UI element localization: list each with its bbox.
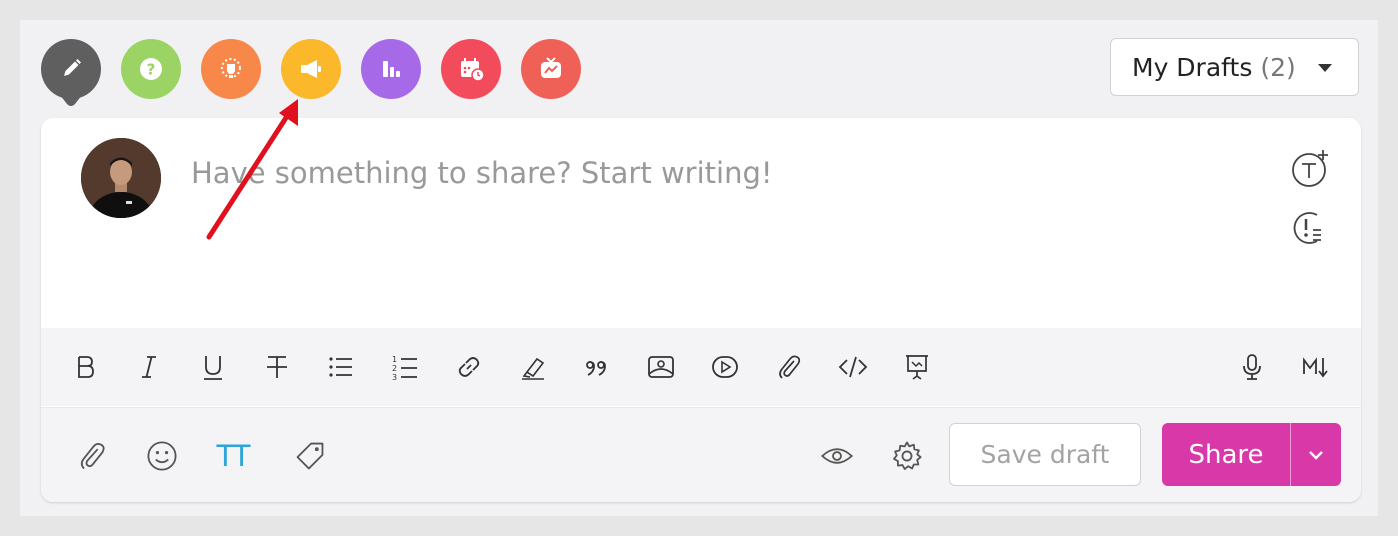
- question-post-type-button[interactable]: ?: [121, 39, 181, 99]
- share-button[interactable]: Share: [1162, 423, 1290, 486]
- share-options-button[interactable]: [1291, 423, 1341, 486]
- post-actions-bar: TT Save draft Share: [41, 407, 1361, 502]
- underline-button[interactable]: [195, 349, 231, 385]
- attachment-button[interactable]: [771, 349, 807, 385]
- idea-post-type-button[interactable]: [201, 39, 261, 99]
- underline-icon: [204, 356, 222, 380]
- share-button-group: Share: [1162, 423, 1341, 486]
- chevron-down-icon: [1309, 450, 1323, 460]
- text-plus-icon: [1292, 150, 1328, 187]
- post-settings-button[interactable]: [887, 436, 927, 476]
- tag-icon: [296, 442, 324, 470]
- highlight-button[interactable]: [515, 349, 551, 385]
- svg-text:?: ?: [147, 61, 156, 79]
- bullet-list-icon: [329, 357, 352, 377]
- avatar: [81, 138, 161, 218]
- caret-down-icon: [1318, 64, 1332, 72]
- tv-icon: [541, 57, 561, 78]
- numbered-list-button[interactable]: 123: [387, 349, 423, 385]
- play-circle-icon: [712, 356, 738, 378]
- voice-input-button[interactable]: [1234, 349, 1270, 385]
- italic-button[interactable]: [131, 349, 167, 385]
- code-icon: [838, 356, 868, 378]
- announcement-post-type-button[interactable]: [281, 39, 341, 99]
- bold-button[interactable]: [67, 349, 103, 385]
- quote-icon: [586, 361, 606, 376]
- lightbulb-icon: [221, 58, 241, 78]
- text-size-icon: TT: [216, 439, 251, 473]
- microphone-icon: [1243, 354, 1261, 380]
- svg-text:2: 2: [392, 364, 397, 373]
- poll-post-type-button[interactable]: [361, 39, 421, 99]
- markdown-button[interactable]: [1298, 349, 1334, 385]
- live-post-type-button[interactable]: [521, 39, 581, 99]
- post-editor: Have something to share? Start writing! …: [41, 118, 1361, 502]
- embed-button[interactable]: [899, 349, 935, 385]
- bold-icon: [78, 356, 94, 378]
- add-title-button[interactable]: [1287, 146, 1331, 190]
- paperclip-icon: [80, 443, 105, 470]
- svg-text:3: 3: [392, 373, 397, 382]
- alert-list-icon: [1293, 212, 1321, 244]
- highlighter-icon: [522, 357, 545, 380]
- my-drafts-dropdown[interactable]: My Drafts (2): [1110, 38, 1359, 96]
- strikethrough-button[interactable]: [259, 349, 295, 385]
- tag-button[interactable]: [290, 436, 330, 476]
- presentation-icon: [906, 355, 928, 380]
- bullet-list-button[interactable]: [323, 349, 359, 385]
- smiley-icon: [147, 441, 177, 471]
- post-text-input[interactable]: Have something to share? Start writing!: [191, 156, 773, 190]
- bar-chart-icon: [383, 61, 400, 77]
- formatting-toolbar: 123: [41, 328, 1361, 406]
- selected-pointer: [53, 86, 89, 106]
- question-icon: ?: [140, 58, 162, 80]
- event-post-type-button[interactable]: [441, 39, 501, 99]
- drafts-count: (2): [1260, 52, 1296, 82]
- preview-button[interactable]: [817, 436, 857, 476]
- eye-icon: [820, 448, 854, 464]
- megaphone-icon: [301, 60, 321, 78]
- save-draft-button[interactable]: Save draft: [949, 423, 1141, 486]
- svg-text:1: 1: [392, 355, 397, 364]
- add-summary-button[interactable]: [1287, 206, 1331, 250]
- calendar-clock-icon: [461, 58, 485, 82]
- strikethrough-icon: [267, 356, 287, 378]
- emoji-button[interactable]: [142, 436, 182, 476]
- image-icon: [648, 356, 674, 378]
- attach-file-button[interactable]: [72, 436, 112, 476]
- link-button[interactable]: [451, 349, 487, 385]
- gear-icon: [893, 441, 922, 470]
- italic-icon: [142, 356, 156, 378]
- link-icon: [458, 357, 480, 377]
- numbered-list-icon: 123: [392, 355, 417, 382]
- pencil-icon: [64, 59, 81, 76]
- my-drafts-label: My Drafts: [1132, 52, 1253, 82]
- text-style-button[interactable]: TT: [211, 436, 255, 476]
- code-button[interactable]: [835, 349, 871, 385]
- quote-button[interactable]: [579, 349, 615, 385]
- video-button[interactable]: [707, 349, 743, 385]
- paperclip-icon: [779, 355, 801, 379]
- markdown-icon: [1303, 357, 1328, 378]
- image-button[interactable]: [643, 349, 679, 385]
